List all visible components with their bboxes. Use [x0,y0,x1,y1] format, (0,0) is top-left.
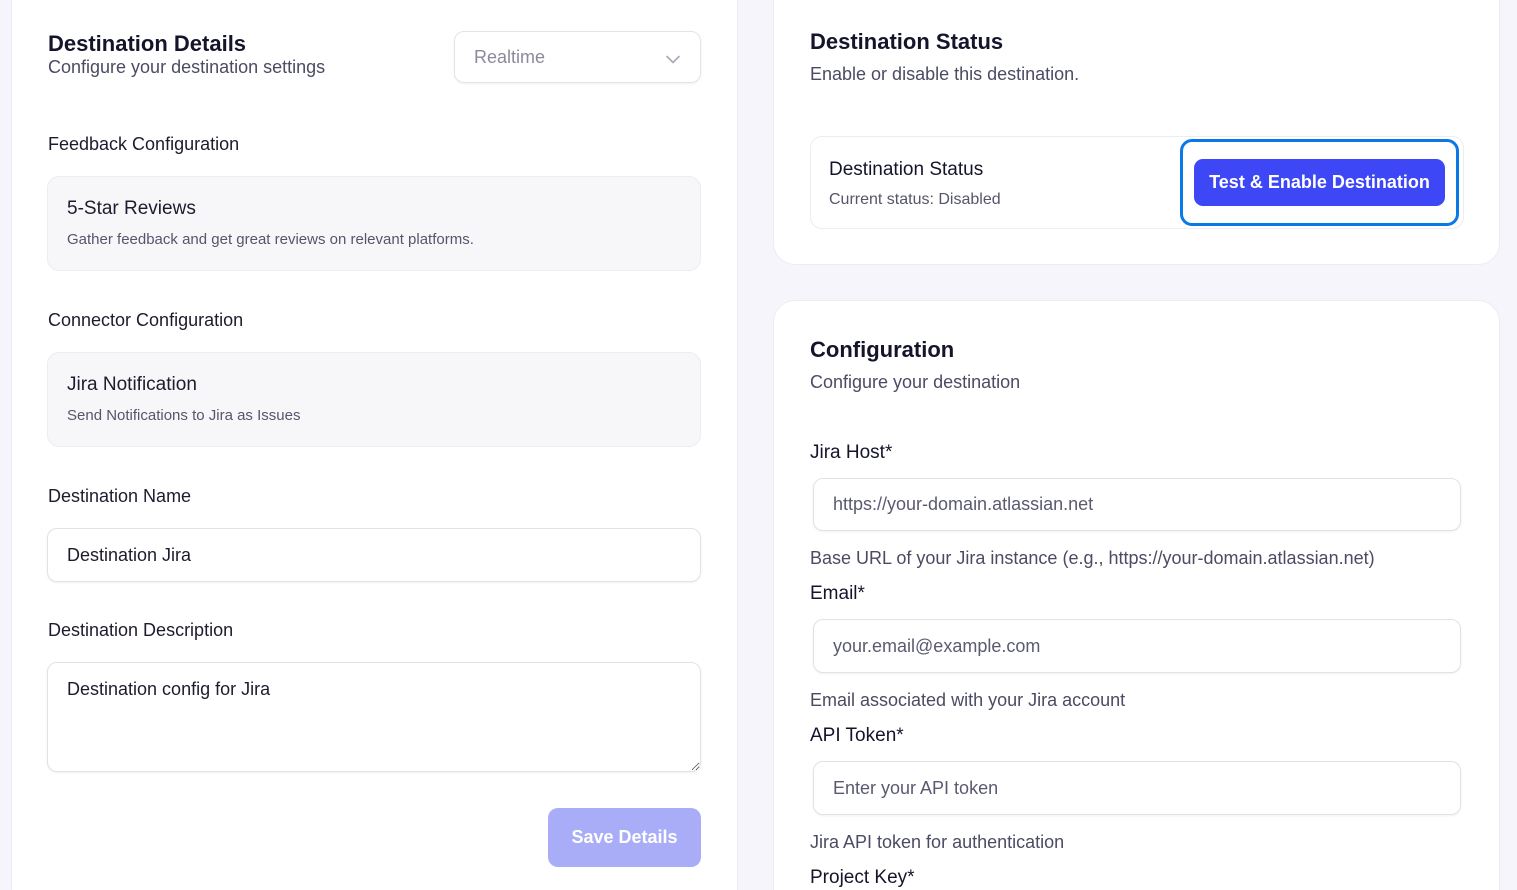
status-row-title: Destination Status [829,159,984,180]
jira-host-input[interactable] [813,478,1461,531]
destination-name-label: Destination Name [48,486,192,506]
destination-description-textarea[interactable]: Destination config for Jira [47,662,701,772]
email-help: Email associated with your Jira account [810,690,1126,710]
destination-status-title: Destination Status [810,29,1004,54]
connector-config-description: Send Notifications to Jira as Issues [67,407,301,424]
destination-details-subtitle: Configure your destination settings [48,57,326,77]
email-input[interactable] [813,619,1461,673]
project-key-label: Project Key* [810,867,915,888]
feedback-config-title: 5-Star Reviews [67,198,196,219]
configuration-subtitle: Configure your destination [810,372,1021,392]
api-token-label: API Token* [810,725,904,746]
configuration-title: Configuration [810,337,955,362]
jira-host-label: Jira Host* [810,442,893,463]
destination-details-title: Destination Details [48,31,247,56]
mode-select-value: Realtime [474,47,546,67]
destination-name-input[interactable] [47,528,701,582]
connector-config-title: Jira Notification [67,374,197,395]
feedback-config-label: Feedback Configuration [48,134,240,154]
feedback-config-box: 5-Star Reviews Gather feedback and get g… [47,176,701,271]
connector-config-box: Jira Notification Send Notifications to … [47,352,701,447]
destination-description-label: Destination Description [48,620,234,640]
email-label: Email* [810,583,865,604]
test-enable-destination-button[interactable]: Test & Enable Destination [1194,159,1445,206]
chevron-down-icon [666,51,680,69]
destination-status-subtitle: Enable or disable this destination. [810,64,1080,84]
feedback-config-description: Gather feedback and get great reviews on… [67,231,474,248]
api-token-input[interactable] [813,761,1461,815]
api-token-help: Jira API token for authentication [810,832,1065,852]
mode-select[interactable]: Realtime [454,31,701,83]
jira-host-help: Base URL of your Jira instance (e.g., ht… [810,548,1375,568]
connector-config-label: Connector Configuration [48,310,244,330]
save-details-button[interactable]: Save Details [548,808,701,867]
status-row-current: Current status: Disabled [829,191,1001,208]
